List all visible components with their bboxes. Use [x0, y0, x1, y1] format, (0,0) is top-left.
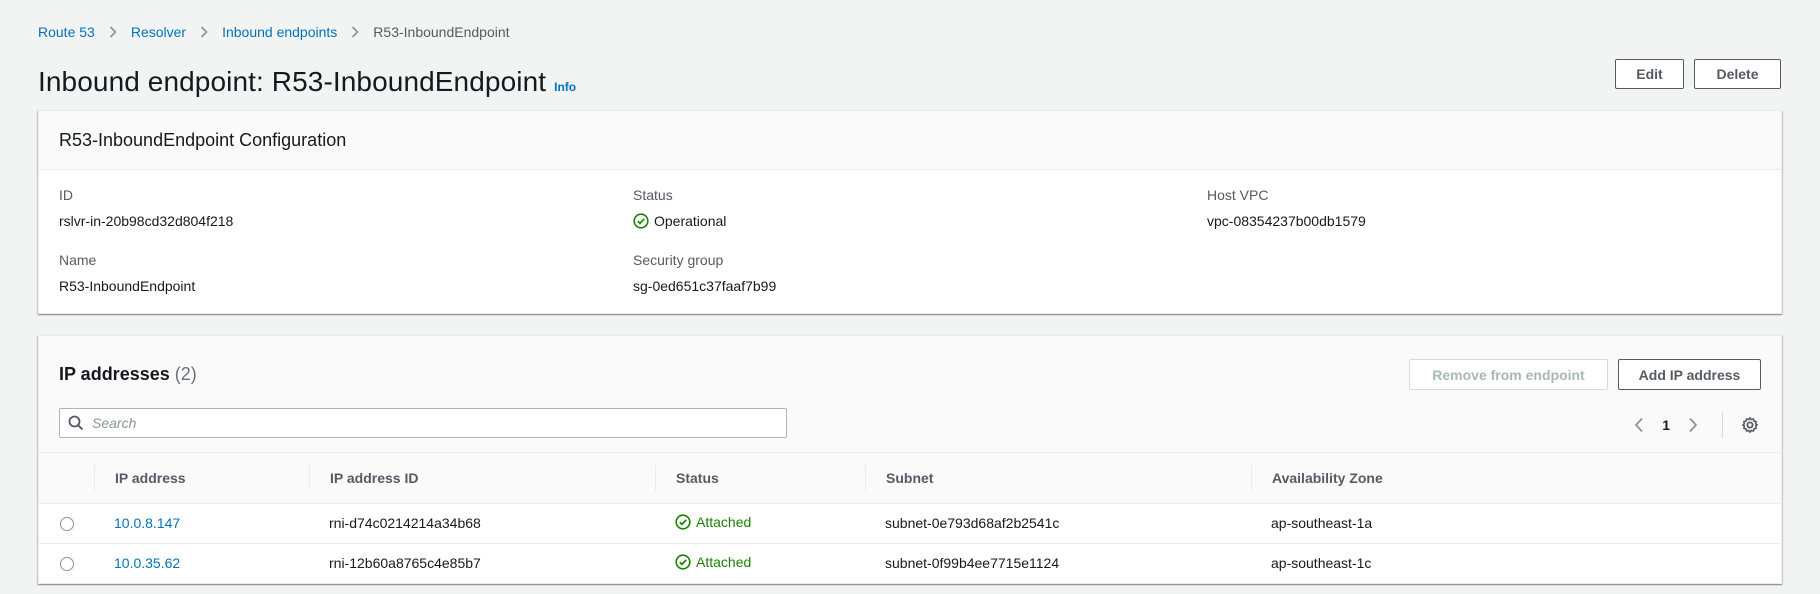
subnet-cell: subnet-0e793d68af2b2541c	[865, 503, 1251, 544]
ip-addresses-header: IP addresses (2) Remove from endpoint Ad…	[39, 336, 1781, 453]
table-row[interactable]: 10.0.35.62 rni-12b60a8765c4e85b7 Attache…	[39, 543, 1781, 583]
name-field: Name R53-InboundEndpoint	[59, 252, 195, 294]
header-actions: Edit Delete	[1615, 59, 1781, 89]
host-vpc-value: vpc-08354237b00db1579	[1207, 213, 1366, 229]
chevron-right-icon	[200, 26, 208, 38]
security-group-label: Security group	[633, 252, 724, 268]
name-value: R53-InboundEndpoint	[59, 278, 196, 294]
breadcrumb-inbound-endpoints[interactable]: Inbound endpoints	[222, 24, 337, 40]
column-header-ip-address[interactable]: IP address	[94, 453, 309, 504]
id-field: ID rslvr-in-20b98cd32d804f218	[59, 187, 233, 229]
row-select[interactable]	[39, 543, 94, 583]
status-success-icon	[675, 554, 691, 570]
pagination: 1	[1628, 412, 1761, 438]
status-text: Attached	[696, 513, 752, 530]
remove-from-endpoint-button[interactable]: Remove from endpoint	[1409, 359, 1608, 390]
ip-address-cell: 10.0.8.147	[94, 503, 309, 544]
status-text: Operational	[654, 213, 727, 229]
security-group-field: Security group sg-0ed651c37faaf7b99	[633, 252, 776, 294]
breadcrumb-current: R53-InboundEndpoint	[373, 24, 510, 40]
ip-addresses-panel: IP addresses (2) Remove from endpoint Ad…	[38, 335, 1782, 584]
status-success-icon	[633, 213, 654, 229]
ip-addresses-table: IP address IP address ID Status Subnet A…	[39, 453, 1781, 583]
row-select[interactable]	[39, 503, 94, 544]
status-cell: Attached	[655, 543, 865, 583]
column-header-subnet[interactable]: Subnet	[865, 453, 1251, 504]
table-header-row: IP address IP address ID Status Subnet A…	[39, 453, 1781, 504]
id-value: rslvr-in-20b98cd32d804f218	[59, 213, 234, 229]
chevron-right-icon	[351, 26, 359, 38]
name-label: Name	[59, 252, 97, 268]
settings-gear-icon[interactable]	[1739, 414, 1761, 436]
column-header-status[interactable]: Status	[655, 453, 865, 504]
ip-addresses-title: IP addresses (2)	[59, 364, 197, 385]
ip-addresses-actions: Remove from endpoint Add IP address	[1409, 359, 1761, 390]
search-icon	[68, 415, 84, 431]
search-input[interactable]	[92, 415, 772, 431]
id-label: ID	[59, 187, 73, 203]
status-cell: Attached	[655, 503, 865, 544]
ip-address-link[interactable]: 10.0.35.62	[114, 555, 180, 571]
info-link[interactable]: Info	[554, 80, 576, 94]
page-header: Inbound endpoint: R53-InboundEndpoint In…	[38, 66, 576, 98]
breadcrumb-resolver[interactable]: Resolver	[131, 24, 186, 40]
attached-status: Attached	[675, 514, 751, 530]
table-row[interactable]: 10.0.8.147 rni-d74c0214214a34b68 Attache…	[39, 503, 1781, 544]
column-header-availability-zone[interactable]: Availability Zone	[1251, 453, 1781, 504]
attached-status: Attached	[675, 554, 751, 570]
ip-addresses-count: (2)	[174, 364, 197, 384]
subnet-cell: subnet-0f99b4ee7715e1124	[885, 555, 1060, 572]
configuration-panel: R53-InboundEndpoint Configuration ID rsl…	[38, 110, 1782, 314]
ip-address-link[interactable]: 10.0.8.147	[114, 515, 180, 531]
ip-address-cell: 10.0.35.62	[94, 543, 309, 583]
breadcrumb-route53[interactable]: Route 53	[38, 24, 95, 40]
security-group-value: sg-0ed651c37faaf7b99	[633, 278, 777, 294]
status-value: Operational	[633, 213, 726, 229]
status-field: Status Operational	[633, 187, 726, 229]
availability-zone-cell: ap-southeast-1c	[1271, 555, 1372, 572]
configuration-panel-header: R53-InboundEndpoint Configuration	[39, 111, 1781, 170]
host-vpc-field: Host VPC vpc-08354237b00db1579	[1207, 187, 1366, 229]
status-text: Attached	[696, 553, 752, 570]
search-box	[59, 408, 787, 438]
chevron-right-icon[interactable]	[1682, 414, 1704, 436]
delete-button[interactable]: Delete	[1694, 59, 1781, 89]
select-column-header	[39, 453, 94, 504]
ip-address-id-cell: rni-d74c0214214a34b68	[309, 503, 655, 544]
edit-button[interactable]: Edit	[1615, 59, 1684, 89]
breadcrumb: Route 53 Resolver Inbound endpoints R53-…	[38, 24, 510, 40]
status-success-icon	[675, 513, 691, 530]
status-label: Status	[633, 187, 673, 203]
ip-addresses-title-text: IP addresses	[59, 364, 170, 384]
chevron-left-icon[interactable]	[1628, 414, 1650, 436]
availability-zone-cell: ap-southeast-1a	[1251, 503, 1781, 544]
ip-address-id-cell: rni-12b60a8765c4e85b7	[329, 555, 481, 572]
add-ip-address-button[interactable]: Add IP address	[1618, 359, 1761, 390]
pagination-divider	[1722, 412, 1723, 438]
column-header-ip-address-id[interactable]: IP address ID	[309, 453, 655, 504]
host-vpc-label: Host VPC	[1207, 187, 1269, 203]
configuration-title: R53-InboundEndpoint Configuration	[59, 129, 347, 150]
row-radio[interactable]	[60, 557, 74, 572]
page-number[interactable]: 1	[1662, 417, 1670, 433]
chevron-right-icon	[109, 26, 117, 38]
page-title: Inbound endpoint: R53-InboundEndpoint	[38, 66, 547, 97]
row-radio[interactable]	[60, 517, 74, 532]
configuration-details: ID rslvr-in-20b98cd32d804f218 Name R53-I…	[39, 170, 1781, 314]
